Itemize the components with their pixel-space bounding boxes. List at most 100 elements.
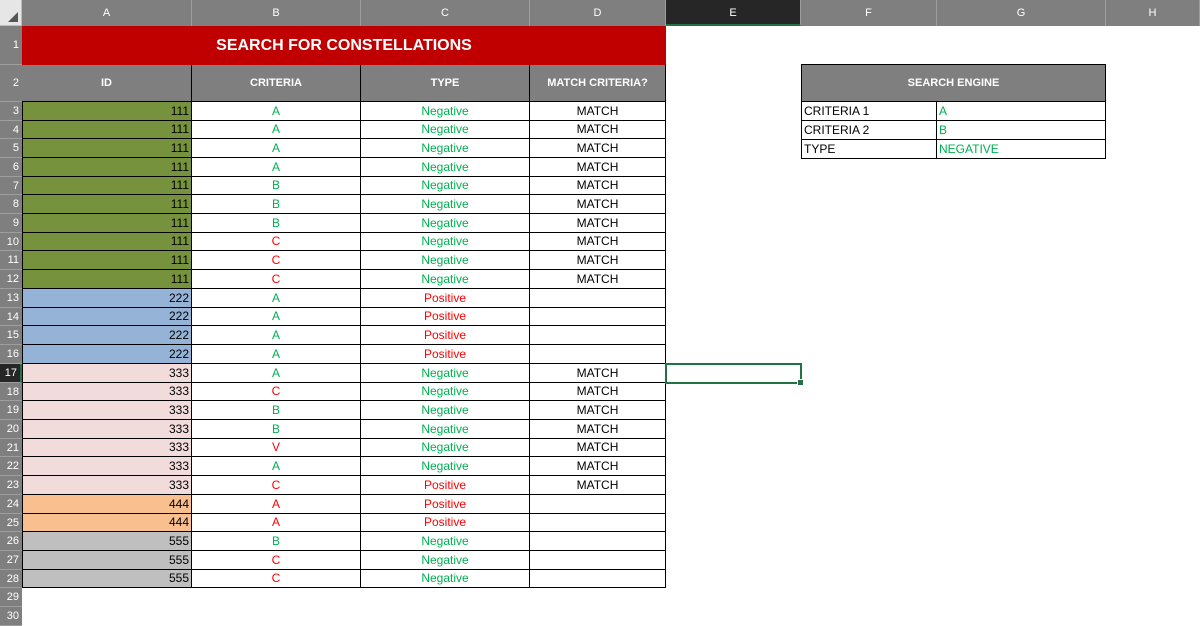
id-cell[interactable]: 333	[22, 439, 192, 457]
criteria-cell[interactable]: B	[192, 420, 361, 439]
match-cell[interactable]	[530, 495, 666, 514]
type-cell[interactable]: Positive	[361, 308, 530, 326]
type-cell[interactable]: Negative	[361, 102, 530, 121]
column-header-d[interactable]: D	[530, 0, 666, 26]
match-cell[interactable]: MATCH	[530, 364, 666, 383]
type-cell[interactable]: Negative	[361, 139, 530, 158]
row-header-23[interactable]: 23	[0, 476, 22, 495]
row-header-10[interactable]: 10	[0, 233, 22, 251]
criteria-cell[interactable]: C	[192, 251, 361, 270]
active-cell-selection[interactable]	[665, 363, 804, 386]
type-cell[interactable]: Negative	[361, 551, 530, 570]
match-cell[interactable]: MATCH	[530, 476, 666, 495]
column-header-e[interactable]: E	[666, 0, 801, 26]
type-cell[interactable]: Negative	[361, 383, 530, 401]
column-header-h[interactable]: H	[1106, 0, 1200, 26]
row-header-4[interactable]: 4	[0, 121, 22, 139]
match-cell[interactable]: MATCH	[530, 158, 666, 177]
match-cell[interactable]: MATCH	[530, 457, 666, 476]
search-engine-label[interactable]: CRITERIA 2	[801, 121, 937, 140]
type-cell[interactable]: Negative	[361, 401, 530, 420]
id-cell[interactable]: 555	[22, 570, 192, 588]
match-cell[interactable]: MATCH	[530, 214, 666, 233]
table-header-match[interactable]: MATCH CRITERIA?	[530, 65, 666, 102]
id-cell[interactable]: 222	[22, 326, 192, 345]
row-header-26[interactable]: 26	[0, 532, 22, 551]
row-header-14[interactable]: 14	[0, 308, 22, 326]
row-header-16[interactable]: 16	[0, 345, 22, 364]
table-header-type[interactable]: TYPE	[361, 65, 530, 102]
id-cell[interactable]: 111	[22, 270, 192, 289]
criteria-cell[interactable]: C	[192, 270, 361, 289]
id-cell[interactable]: 222	[22, 289, 192, 308]
id-cell[interactable]: 111	[22, 139, 192, 158]
criteria-cell[interactable]: A	[192, 121, 361, 139]
row-header-15[interactable]: 15	[0, 326, 22, 345]
table-header-criteria[interactable]: CRITERIA	[192, 65, 361, 102]
type-cell[interactable]: Positive	[361, 289, 530, 308]
row-header-7[interactable]: 7	[0, 177, 22, 195]
row-header-6[interactable]: 6	[0, 158, 22, 177]
criteria-cell[interactable]: C	[192, 476, 361, 495]
criteria-cell[interactable]: A	[192, 308, 361, 326]
table-header-id[interactable]: ID	[22, 65, 192, 102]
sheet-title[interactable]: SEARCH FOR CONSTELLATIONS	[22, 26, 666, 65]
type-cell[interactable]: Positive	[361, 495, 530, 514]
id-cell[interactable]: 222	[22, 308, 192, 326]
row-header-30[interactable]: 30	[0, 607, 22, 626]
search-engine-value[interactable]: B	[937, 121, 1106, 140]
fill-handle[interactable]	[797, 379, 804, 386]
id-cell[interactable]: 111	[22, 233, 192, 251]
row-header-5[interactable]: 5	[0, 139, 22, 158]
match-cell[interactable]: MATCH	[530, 251, 666, 270]
criteria-cell[interactable]: B	[192, 177, 361, 195]
id-cell[interactable]: 111	[22, 177, 192, 195]
criteria-cell[interactable]: A	[192, 495, 361, 514]
column-header-a[interactable]: A	[22, 0, 192, 26]
criteria-cell[interactable]: V	[192, 439, 361, 457]
id-cell[interactable]: 111	[22, 251, 192, 270]
select-all-button[interactable]	[0, 0, 22, 26]
column-header-g[interactable]: G	[937, 0, 1106, 26]
match-cell[interactable]: MATCH	[530, 102, 666, 121]
match-cell[interactable]	[530, 289, 666, 308]
id-cell[interactable]: 333	[22, 383, 192, 401]
type-cell[interactable]: Negative	[361, 214, 530, 233]
match-cell[interactable]: MATCH	[530, 420, 666, 439]
row-header-25[interactable]: 25	[0, 514, 22, 532]
row-header-20[interactable]: 20	[0, 420, 22, 439]
match-cell[interactable]	[530, 551, 666, 570]
id-cell[interactable]: 555	[22, 551, 192, 570]
match-cell[interactable]: MATCH	[530, 195, 666, 214]
id-cell[interactable]: 333	[22, 420, 192, 439]
type-cell[interactable]: Positive	[361, 345, 530, 364]
row-header-28[interactable]: 28	[0, 570, 22, 588]
match-cell[interactable]: MATCH	[530, 401, 666, 420]
id-cell[interactable]: 333	[22, 457, 192, 476]
criteria-cell[interactable]: A	[192, 158, 361, 177]
row-header-3[interactable]: 3	[0, 102, 22, 121]
type-cell[interactable]: Negative	[361, 420, 530, 439]
row-header-21[interactable]: 21	[0, 439, 22, 457]
row-header-22[interactable]: 22	[0, 457, 22, 476]
row-header-13[interactable]: 13	[0, 289, 22, 308]
type-cell[interactable]: Positive	[361, 476, 530, 495]
id-cell[interactable]: 111	[22, 121, 192, 139]
type-cell[interactable]: Negative	[361, 364, 530, 383]
row-header-24[interactable]: 24	[0, 495, 22, 514]
type-cell[interactable]: Negative	[361, 439, 530, 457]
criteria-cell[interactable]: B	[192, 214, 361, 233]
id-cell[interactable]: 444	[22, 495, 192, 514]
criteria-cell[interactable]: A	[192, 364, 361, 383]
type-cell[interactable]: Negative	[361, 457, 530, 476]
match-cell[interactable]	[530, 326, 666, 345]
type-cell[interactable]: Negative	[361, 233, 530, 251]
match-cell[interactable]	[530, 570, 666, 588]
row-header-11[interactable]: 11	[0, 251, 22, 270]
row-header-17[interactable]: 17	[0, 364, 22, 383]
type-cell[interactable]: Negative	[361, 251, 530, 270]
search-engine-value[interactable]: NEGATIVE	[937, 140, 1106, 159]
row-header-27[interactable]: 27	[0, 551, 22, 570]
row-header-12[interactable]: 12	[0, 270, 22, 289]
criteria-cell[interactable]: A	[192, 514, 361, 532]
